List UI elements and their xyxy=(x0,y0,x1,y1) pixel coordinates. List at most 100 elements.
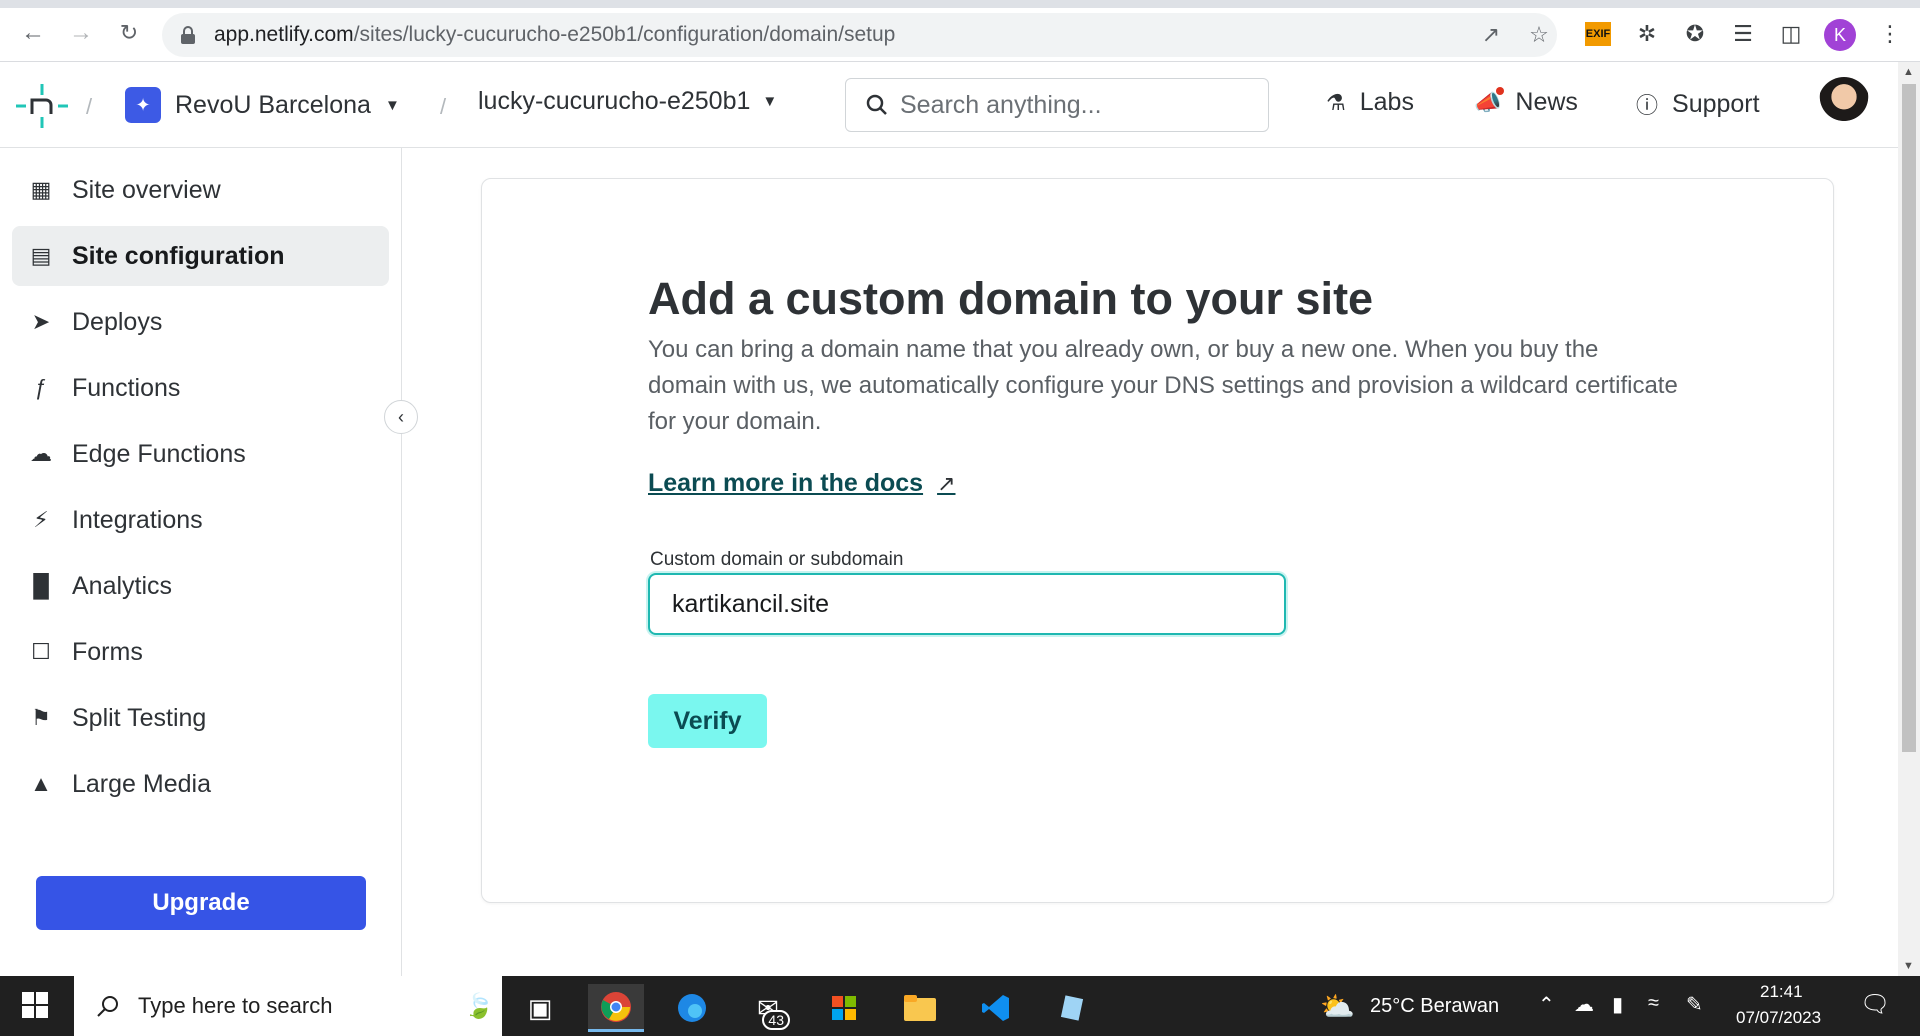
search-icon xyxy=(866,94,887,115)
pen-icon[interactable]: ✎ xyxy=(1686,992,1703,1017)
sidebar: ▦ Site overview ▤ Site configuration ➤ D… xyxy=(0,148,402,976)
external-link-icon: ↗ xyxy=(937,470,956,496)
store-icon[interactable] xyxy=(816,984,872,1032)
search-placeholder: Search anything... xyxy=(900,90,1102,119)
file-explorer-icon[interactable] xyxy=(892,984,948,1032)
battery-icon[interactable]: ▮ xyxy=(1612,992,1623,1017)
page-description: You can bring a domain name that you alr… xyxy=(648,336,1678,435)
support-label: Support xyxy=(1672,89,1760,118)
sidebar-item-forms[interactable]: ☐ Forms xyxy=(12,622,389,682)
exif-extension-icon[interactable]: EXIF xyxy=(1585,22,1611,46)
side-panel-icon[interactable]: ◫ xyxy=(1777,20,1805,48)
scroll-up-icon[interactable]: ▲ xyxy=(1903,66,1914,78)
scroll-down-icon[interactable]: ▼ xyxy=(1903,960,1914,972)
page-scrollbar[interactable]: ▲ ▼ xyxy=(1898,62,1920,976)
news-link[interactable]: 📣 News xyxy=(1474,86,1578,117)
onedrive-icon[interactable]: ☁ xyxy=(1574,992,1594,1017)
forward-icon[interactable]: → xyxy=(66,18,96,48)
task-view-icon[interactable]: ▣ xyxy=(512,984,568,1032)
domain-field-label: Custom domain or subdomain xyxy=(650,549,904,570)
news-label: News xyxy=(1515,88,1578,116)
notifications-icon[interactable]: 🗨 xyxy=(1860,990,1890,1019)
clock-time[interactable]: 21:41 xyxy=(1760,982,1803,1002)
sidebar-item-label: Analytics xyxy=(72,571,173,600)
netlify-logo[interactable] xyxy=(16,84,68,128)
help-circle-icon: ⓘ xyxy=(1636,93,1659,118)
mail-badge: 43 xyxy=(762,1010,790,1030)
team-logo-icon: ✦ xyxy=(125,87,161,123)
edge-browser-icon[interactable] xyxy=(664,984,720,1032)
bookmark-star-icon[interactable]: ☆ xyxy=(1524,20,1554,50)
back-icon[interactable]: ← xyxy=(18,18,48,48)
server-icon: ▤ xyxy=(30,243,52,268)
chevron-down-icon: ▼ xyxy=(384,96,400,114)
breadcrumb-separator: / xyxy=(86,94,93,119)
sidebar-item-label: Split Testing xyxy=(72,703,207,732)
media-queue-icon[interactable]: ☰ xyxy=(1729,20,1757,48)
sidebar-item-analytics[interactable]: █ Analytics xyxy=(12,556,389,616)
sidebar-item-deploys[interactable]: ➤ Deploys xyxy=(12,292,389,352)
chevron-down-icon: ▼ xyxy=(762,93,778,110)
weather-text[interactable]: 25°C Berawan xyxy=(1370,995,1499,1018)
sidebar-item-integrations[interactable]: ⚡ Integrations xyxy=(12,490,389,550)
sidebar-item-label: Site overview xyxy=(72,175,221,204)
custom-domain-input[interactable] xyxy=(648,573,1286,635)
collapse-sidebar-button[interactable]: ‹ xyxy=(384,400,418,434)
docs-link-label: Learn more in the docs xyxy=(648,469,924,497)
edge-icon: ☁ xyxy=(30,441,52,466)
reload-icon[interactable]: ↻ xyxy=(114,18,144,48)
support-link[interactable]: ⓘ Support xyxy=(1636,88,1760,120)
sidebar-item-label: Forms xyxy=(72,637,143,666)
tray-overflow-icon[interactable]: ⌃ xyxy=(1538,992,1555,1017)
url-path: /sites/lucky-cucurucho-e250b1/configurat… xyxy=(353,23,896,46)
windows-taskbar: Type here to search 🍃 ▣ ✉ 43 ⛅ 25°C Beraw… xyxy=(0,976,1920,1036)
aperture-extension-icon[interactable]: ✲ xyxy=(1633,20,1661,48)
grid-icon: ▦ xyxy=(30,177,52,202)
clock-date[interactable]: 07/07/2023 xyxy=(1736,1008,1821,1028)
rocket-icon: ➤ xyxy=(31,309,51,334)
wifi-icon[interactable]: ≈ xyxy=(1648,992,1659,1015)
megaphone-icon: 📣 xyxy=(1474,86,1505,116)
labs-label: Labs xyxy=(1359,88,1414,116)
profile-avatar[interactable]: K xyxy=(1824,19,1856,51)
site-switcher[interactable]: lucky-cucurucho-e250b1 ▼ xyxy=(478,87,777,116)
chevron-left-icon: ‹ xyxy=(398,406,404,427)
sidebar-item-label: Large Media xyxy=(72,769,211,798)
windows-start-icon[interactable] xyxy=(22,992,48,1018)
search-input[interactable]: Search anything... xyxy=(845,78,1269,132)
sidebar-item-label: Site configuration xyxy=(72,241,285,270)
sidebar-item-edge-functions[interactable]: ☁ Edge Functions xyxy=(12,424,389,484)
kebab-menu-icon[interactable]: ⋮ xyxy=(1876,20,1904,48)
puzzle-extensions-icon[interactable]: ✪ xyxy=(1681,20,1709,48)
sidebar-item-large-media[interactable]: ▲ Large Media xyxy=(12,754,389,814)
docs-link[interactable]: Learn more in the docs ↗ xyxy=(648,469,956,498)
search-icon xyxy=(97,996,118,1017)
form-icon: ☐ xyxy=(31,639,51,664)
chrome-icon[interactable] xyxy=(588,984,644,1032)
verify-button[interactable]: Verify xyxy=(648,694,767,748)
lock-icon xyxy=(180,26,196,44)
sidebar-item-site-configuration[interactable]: ▤ Site configuration xyxy=(12,226,389,286)
notification-dot xyxy=(1496,86,1505,95)
address-bar[interactable]: app.netlify.com/sites/lucky-cucurucho-e2… xyxy=(162,13,1557,57)
mail-icon[interactable]: ✉ 43 xyxy=(740,984,796,1032)
labs-link[interactable]: ⚗ Labs xyxy=(1326,88,1414,117)
sidebar-item-functions[interactable]: ƒ Functions xyxy=(12,358,389,418)
notepad-icon[interactable] xyxy=(1044,984,1100,1032)
vscode-icon[interactable] xyxy=(968,984,1024,1032)
taskbar-search-input[interactable]: Type here to search 🍃 xyxy=(74,976,502,1036)
weather-icon[interactable]: ⛅ xyxy=(1320,990,1355,1023)
sidebar-item-site-overview[interactable]: ▦ Site overview xyxy=(12,160,389,220)
media-icon: ▲ xyxy=(30,771,52,796)
signpost-icon: ⚑ xyxy=(31,705,51,730)
sidebar-item-split-testing[interactable]: ⚑ Split Testing xyxy=(12,688,389,748)
team-switcher[interactable]: ✦ RevoU Barcelona ▼ xyxy=(125,87,400,123)
scrollbar-thumb[interactable] xyxy=(1902,84,1916,752)
share-icon[interactable]: ↗ xyxy=(1476,20,1506,50)
plug-icon: ⚡ xyxy=(33,507,49,532)
custom-domain-card: Add a custom domain to your site You can… xyxy=(481,178,1834,903)
sidebar-item-label: Deploys xyxy=(72,307,163,336)
upgrade-button[interactable]: Upgrade xyxy=(36,876,366,930)
user-avatar[interactable] xyxy=(1818,77,1870,129)
team-name: RevoU Barcelona xyxy=(175,90,371,119)
